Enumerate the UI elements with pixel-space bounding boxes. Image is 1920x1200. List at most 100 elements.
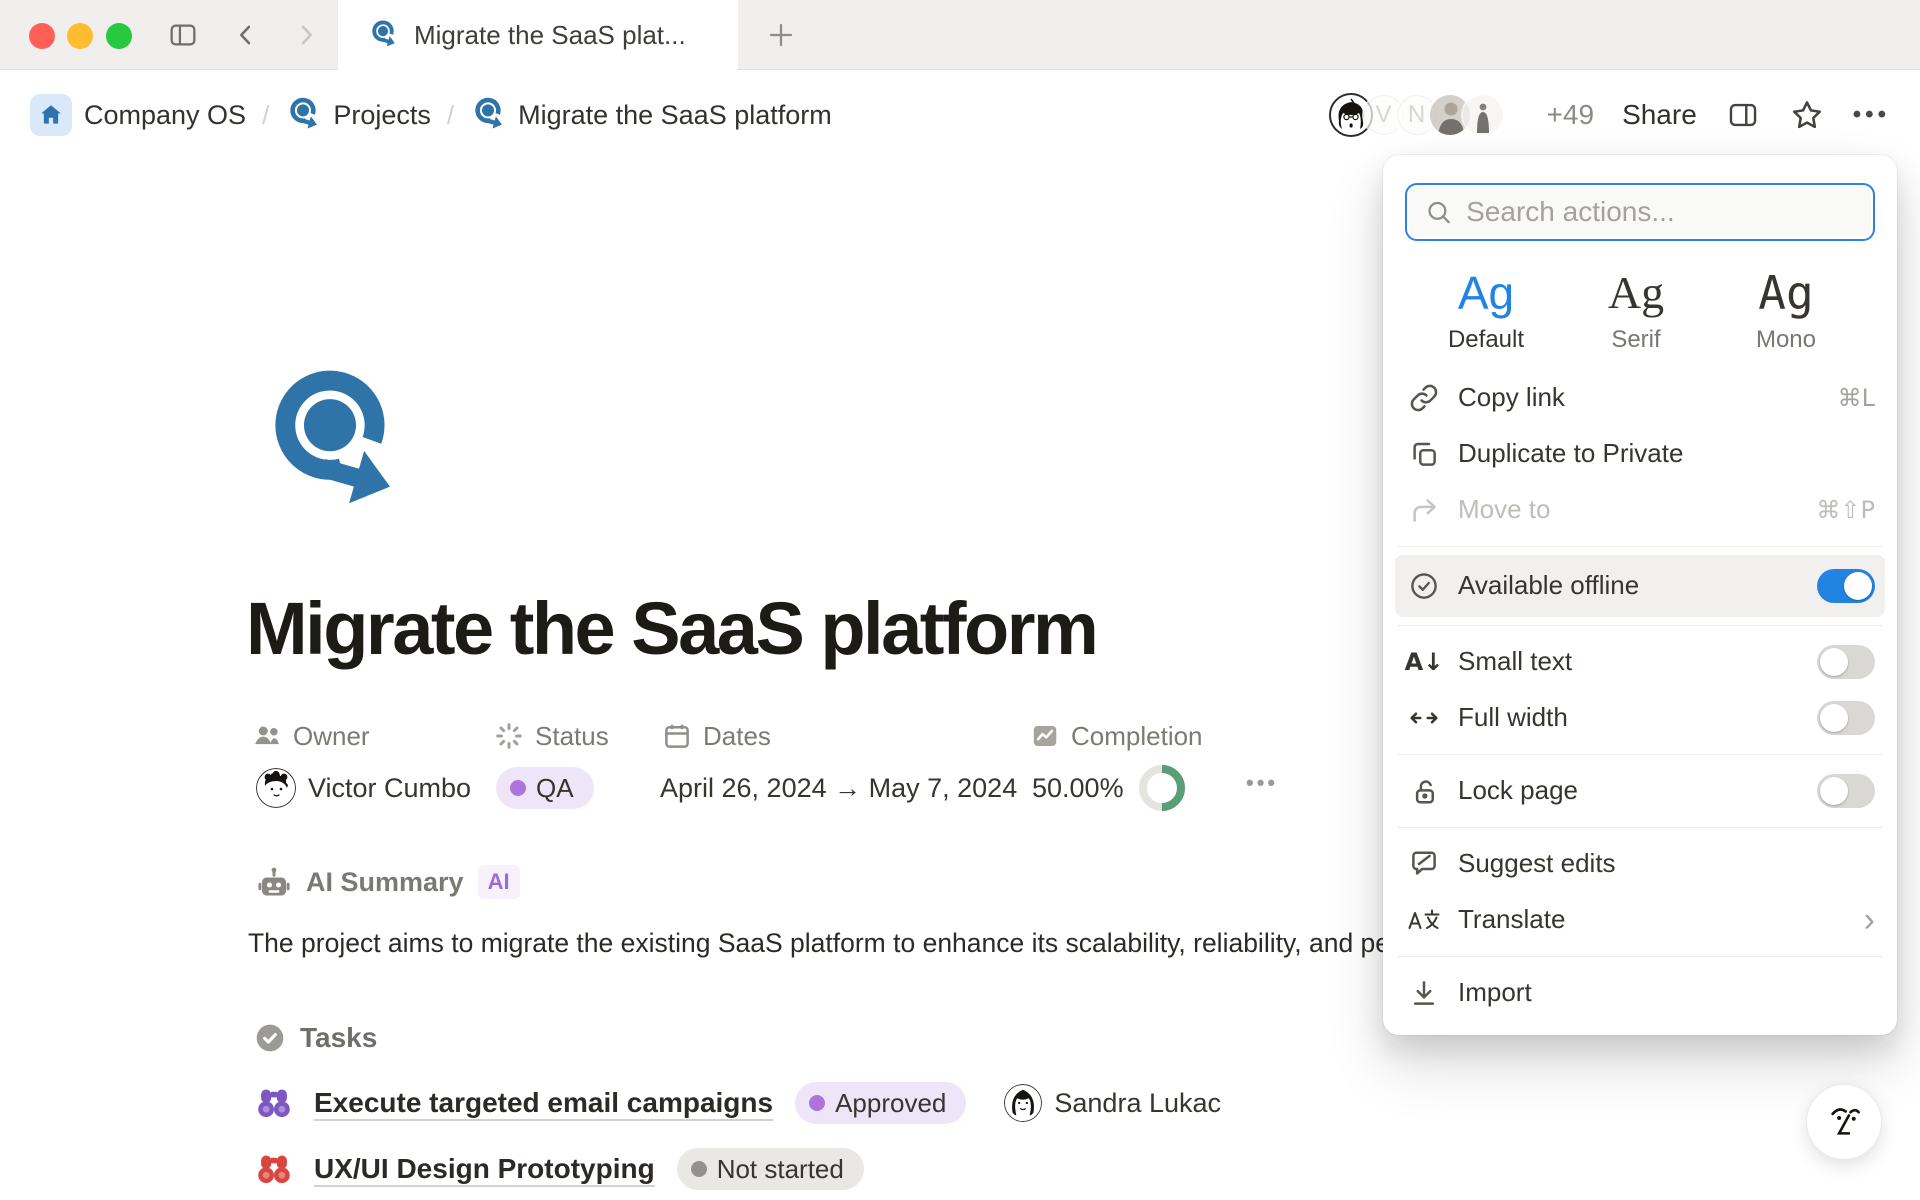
menu-item-suggest-edits[interactable]: Suggest edits [1395,836,1885,892]
full-width-toggle[interactable] [1817,701,1875,735]
status-badge: QA [496,767,594,809]
avatar-overflow-count[interactable]: +49 [1547,99,1595,131]
share-button[interactable]: Share [1622,99,1697,131]
notion-ai-button[interactable] [1806,1084,1882,1160]
full-width-icon [1407,701,1441,735]
page-actions-menu: Ag Default Ag Serif Ag Mono Copy link ⌘L [1383,155,1897,1035]
menu-divider [1397,827,1883,828]
page-logo-icon [368,19,398,51]
ai-summary-label: AI Summary [306,867,464,898]
status-dot [809,1095,825,1111]
tab-migrate-saas[interactable]: Migrate the SaaS plat... [338,0,738,70]
menu-item-full-width[interactable]: Full width [1395,690,1885,746]
task-link[interactable]: Execute targeted email campaigns [314,1087,773,1119]
property-more-button[interactable]: ••• [1246,770,1278,796]
ai-summary-text[interactable]: The project aims to migrate the existing… [248,928,1509,959]
menu-item-available-offline[interactable]: Available offline [1395,555,1885,617]
robot-icon [256,864,292,900]
task-row: UX/UI Design Prototyping Not started [256,1148,864,1190]
unlock-icon [1407,774,1441,808]
collaborator-avatars[interactable]: V N [1329,93,1505,137]
font-option-serif[interactable]: Ag Serif [1581,267,1691,354]
property-completion-label[interactable]: Completion [1030,716,1203,756]
breadcrumb-home[interactable]: Company OS [30,94,246,136]
more-actions-button[interactable]: ••• [1853,101,1890,129]
chart-icon [1030,721,1060,751]
back-icon[interactable] [232,21,260,49]
property-status-value[interactable]: QA [496,764,594,812]
open-side-panel-icon[interactable] [1725,98,1761,132]
property-completion-value[interactable]: 50.00% [1032,764,1124,812]
menu-item-move-to: Move to ⌘⇧P [1395,482,1885,538]
home-icon [30,94,72,136]
property-status-label[interactable]: Status [494,716,609,756]
chevron-right-icon: › [1864,903,1875,937]
task-status-badge[interactable]: Not started [677,1148,864,1190]
avatar[interactable] [1461,93,1505,137]
menu-divider [1397,625,1883,626]
projects-icon [285,96,321,134]
menu-item-duplicate[interactable]: Duplicate to Private [1395,426,1885,482]
menu-divider [1397,546,1883,547]
ai-summary-header[interactable]: AI Summary AI [256,864,520,900]
menu-item-small-text[interactable]: A↓ Small text [1395,634,1885,690]
page-logo-icon[interactable] [268,360,392,530]
forward-icon [292,21,320,49]
tab-title: Migrate the SaaS plat... [414,20,686,51]
minimize-window-button[interactable] [67,23,93,49]
font-option-default[interactable]: Ag Default [1431,267,1541,354]
notion-window: Migrate the SaaS plat... Company OS / [0,0,1920,1200]
move-to-icon [1407,493,1441,527]
search-actions-input[interactable] [1466,196,1855,228]
task-link[interactable]: UX/UI Design Prototyping [314,1153,655,1185]
tasks-section-header[interactable]: Tasks [254,1022,377,1054]
avatar [1004,1084,1042,1122]
font-option-mono[interactable]: Ag Mono [1731,267,1841,354]
lock-page-toggle[interactable] [1817,774,1875,808]
property-dates-label[interactable]: Dates [662,716,771,756]
property-owner-value[interactable]: Victor Cumbo [256,764,471,812]
circle-check-icon [254,1022,286,1054]
page-logo-icon [470,96,506,134]
link-icon [1407,381,1441,415]
duplicate-icon [1407,437,1441,471]
translate-icon [1407,903,1441,937]
calendar-icon [662,721,692,751]
task-status-badge[interactable]: Approved [795,1082,966,1124]
import-icon [1407,976,1441,1010]
tab-bar: Migrate the SaaS plat... [0,0,1920,70]
zoom-window-button[interactable] [106,23,132,49]
small-text-toggle[interactable] [1817,645,1875,679]
breadcrumb-label: Projects [333,100,431,131]
task-assignee[interactable]: Sandra Lukac [1004,1084,1221,1122]
circle-check-icon [1407,569,1441,603]
breadcrumb-label: Company OS [84,100,246,131]
binoculars-icon [256,1085,292,1121]
toggle-sidebar-icon[interactable] [166,19,200,51]
suggest-edits-icon [1407,847,1441,881]
menu-item-lock-page[interactable]: Lock page [1395,763,1885,819]
breadcrumb-current-page[interactable]: Migrate the SaaS platform [470,96,832,134]
menu-item-translate[interactable]: Translate › [1395,892,1885,948]
page-title[interactable]: Migrate the SaaS platform [246,586,1096,671]
completion-ring [1138,764,1186,812]
search-actions-box[interactable] [1405,183,1875,241]
close-window-button[interactable] [29,23,55,49]
ai-badge: AI [478,865,520,899]
favorite-star-icon[interactable] [1789,97,1825,133]
small-text-icon: A↓ [1407,645,1441,679]
status-spinner-icon [494,721,524,751]
available-offline-toggle[interactable] [1817,569,1875,603]
header-actions: V N +49 Share [1329,71,1890,159]
menu-divider [1397,956,1883,957]
new-tab-button[interactable] [756,10,806,60]
property-owner-label[interactable]: Owner [252,716,370,756]
breadcrumb-label: Migrate the SaaS platform [518,100,832,131]
breadcrumb-projects[interactable]: Projects [285,96,431,134]
menu-item-copy-link[interactable]: Copy link ⌘L [1395,370,1885,426]
binoculars-icon [256,1151,292,1187]
search-icon [1425,197,1452,227]
breadcrumb-separator: / [447,100,454,131]
menu-item-import[interactable]: Import [1395,965,1885,1021]
property-dates-value[interactable]: April 26, 2024 → May 7, 2024 [660,764,1017,812]
